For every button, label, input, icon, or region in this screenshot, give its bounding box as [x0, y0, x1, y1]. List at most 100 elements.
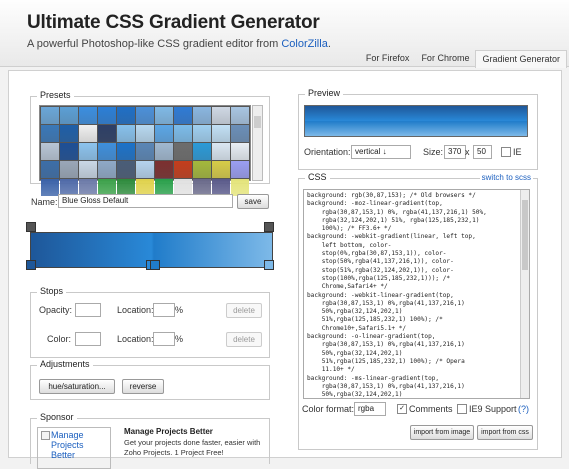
preset-swatch[interactable] [174, 143, 192, 160]
preset-swatch[interactable] [60, 107, 78, 124]
css-code-scrollbar[interactable] [520, 190, 529, 398]
color-location-input[interactable] [153, 332, 175, 346]
opacity-location-input[interactable] [153, 303, 175, 317]
preset-swatch[interactable] [79, 107, 97, 124]
preset-swatch[interactable] [193, 107, 211, 124]
preset-swatch[interactable] [212, 143, 230, 160]
sponsor-ad-image[interactable]: Manage Projects Better [37, 427, 111, 469]
preset-swatch[interactable] [231, 107, 249, 124]
preset-swatch[interactable] [212, 107, 230, 124]
ie9-support-checkbox[interactable] [457, 404, 467, 414]
preset-swatch[interactable] [136, 161, 154, 178]
preset-swatch[interactable] [98, 125, 116, 142]
preset-swatch[interactable] [174, 125, 192, 142]
preset-swatch[interactable] [174, 161, 192, 178]
import-from-css-button[interactable]: import from css [477, 425, 533, 440]
name-input[interactable]: Blue Gloss Default [58, 194, 233, 208]
preset-swatch[interactable] [41, 107, 59, 124]
size-label: Size: [423, 147, 444, 157]
preset-swatch[interactable] [155, 107, 173, 124]
preset-swatch[interactable] [41, 143, 59, 160]
preset-swatch[interactable] [41, 125, 59, 142]
preset-swatch[interactable] [117, 161, 135, 178]
presets-legend: Presets [37, 90, 74, 100]
opacity-stop-left[interactable] [26, 222, 36, 232]
preset-swatch-grid [39, 105, 251, 196]
preset-swatch[interactable] [79, 125, 97, 142]
comments-checkbox[interactable]: ✓ [397, 404, 407, 414]
preset-swatch[interactable] [98, 161, 116, 178]
color-format-select[interactable]: rgba [354, 402, 386, 416]
color-stop-0[interactable] [26, 260, 36, 270]
preset-swatch[interactable] [155, 161, 173, 178]
color-stop-51[interactable] [150, 260, 160, 270]
switch-to-scss-link[interactable]: switch to scss [479, 173, 533, 182]
css-code-scroll-thumb[interactable] [522, 200, 528, 270]
opacity-input[interactable] [75, 303, 101, 317]
sponsor-text: Get your projects done faster, easier wi… [124, 438, 261, 457]
color-input[interactable] [75, 332, 101, 346]
preset-swatch[interactable] [41, 161, 59, 178]
color-delete-button[interactable]: delete [226, 332, 262, 347]
presets-scrollbar[interactable] [252, 105, 263, 181]
preset-swatch[interactable] [193, 161, 211, 178]
ad-image-icon [41, 431, 50, 440]
orientation-select[interactable]: vertical ↓ [351, 145, 411, 159]
ie9-help-link[interactable]: (?) [518, 404, 529, 414]
preset-swatch[interactable] [155, 125, 173, 142]
preset-swatch[interactable] [117, 107, 135, 124]
color-percent: % [175, 334, 184, 344]
page-header: Ultimate CSS Gradient Generator A powerf… [0, 0, 569, 68]
preset-swatch[interactable] [212, 125, 230, 142]
preset-swatch[interactable] [155, 143, 173, 160]
preset-swatch[interactable] [117, 125, 135, 142]
preset-swatch[interactable] [193, 143, 211, 160]
preset-swatch[interactable] [174, 107, 192, 124]
opacity-delete-button[interactable]: delete [226, 303, 262, 318]
import-from-image-button[interactable]: import from image [410, 425, 474, 440]
preset-swatch[interactable] [136, 143, 154, 160]
opacity-stop-right[interactable] [264, 222, 274, 232]
preset-swatch[interactable] [98, 143, 116, 160]
preset-swatch[interactable] [60, 161, 78, 178]
presets-box: Presets [30, 90, 270, 196]
preset-swatch[interactable] [212, 161, 230, 178]
css-code-textarea[interactable]: background: rgb(30,87,153); /* Old brows… [303, 189, 530, 399]
reverse-button[interactable]: reverse [122, 379, 164, 394]
preset-swatch[interactable] [41, 179, 59, 196]
presets-scroll-thumb[interactable] [254, 116, 261, 128]
preset-swatch[interactable] [60, 125, 78, 142]
preset-swatch[interactable] [98, 107, 116, 124]
size-x: x [465, 147, 470, 157]
tab-for-chrome[interactable]: For Chrome [415, 50, 475, 68]
preset-swatch[interactable] [79, 143, 97, 160]
preset-swatch[interactable] [136, 107, 154, 124]
preset-swatch[interactable] [136, 125, 154, 142]
preview-box: Preview Orientation: vertical ↓ Size: 37… [298, 88, 538, 170]
tab-gradient-generator[interactable]: Gradient Generator [475, 50, 567, 68]
ie-checkbox[interactable] [501, 147, 511, 157]
hue-saturation-button[interactable]: hue/saturation... [39, 379, 115, 394]
orientation-label: Orientation: [304, 147, 351, 157]
name-label: Name: [31, 197, 58, 207]
save-button[interactable]: save [237, 194, 269, 209]
preset-swatch[interactable] [60, 143, 78, 160]
page-subtitle: A powerful Photoshop-like CSS gradient e… [27, 38, 331, 50]
preset-swatch[interactable] [231, 143, 249, 160]
preset-swatch[interactable] [193, 125, 211, 142]
preview-height-input[interactable]: 50 [473, 145, 492, 159]
css-box: CSS switch to scss background: rgb(30,87… [298, 172, 538, 450]
adjustments-legend: Adjustments [37, 359, 93, 369]
ie-label: IE [513, 147, 522, 157]
colorzilla-link[interactable]: ColorZilla [281, 38, 327, 50]
preset-swatch[interactable] [231, 161, 249, 178]
opacity-location-label: Location: [117, 305, 154, 315]
color-stop-100[interactable] [264, 260, 274, 270]
tab-for-firefox[interactable]: For Firefox [360, 50, 416, 68]
preset-swatch[interactable] [117, 143, 135, 160]
preset-swatch[interactable] [79, 161, 97, 178]
preview-width-input[interactable]: 370 [444, 145, 466, 159]
color-location-label: Location: [117, 334, 154, 344]
css-code: background: rgb(30,87,153); /* Old brows… [307, 192, 487, 399]
preset-swatch[interactable] [231, 125, 249, 142]
